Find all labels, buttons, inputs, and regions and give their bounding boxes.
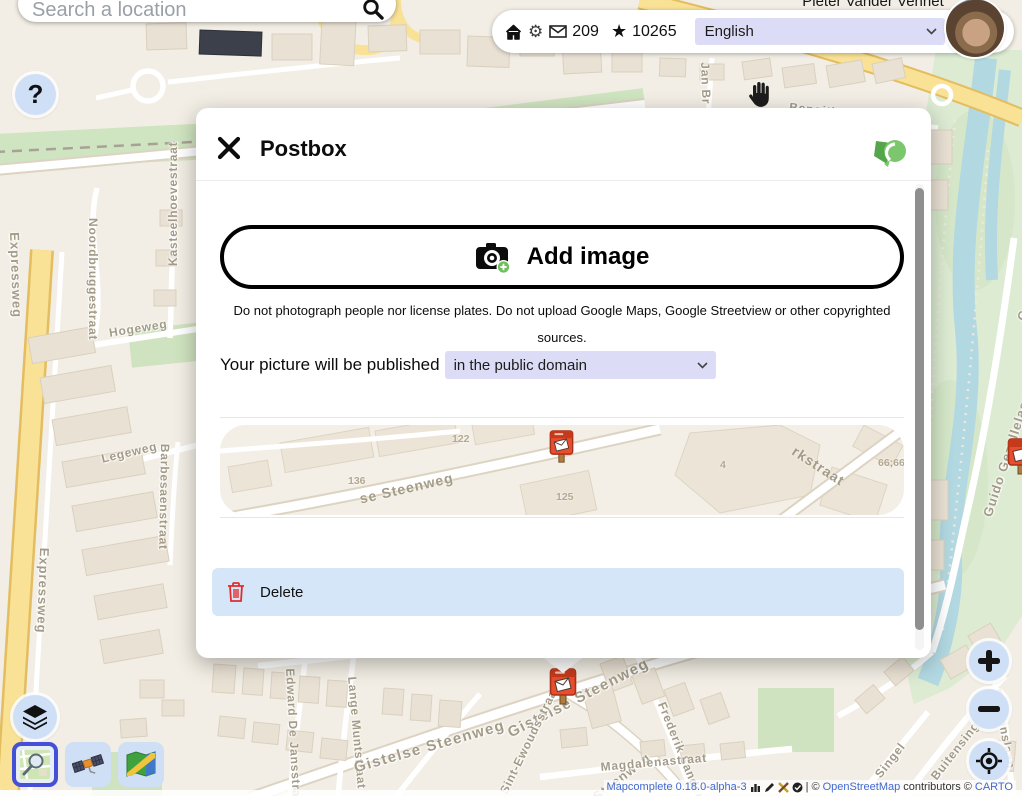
help-button[interactable]: ? xyxy=(15,74,56,115)
plus-icon xyxy=(978,658,1000,664)
style-button-osm[interactable] xyxy=(12,742,58,787)
postbox-marker-edge[interactable] xyxy=(1007,437,1022,477)
zoom-in-button[interactable] xyxy=(969,641,1009,681)
background-style-switcher xyxy=(12,742,164,787)
attribution-bar: Mapcomplete 0.18.0-alpha-3 | © OpenStree… xyxy=(604,780,1016,794)
attribution-pencil-icon xyxy=(764,782,775,793)
image-upload-notice: Do not photograph people nor license pla… xyxy=(232,297,892,351)
trash-icon xyxy=(226,581,246,603)
attribution-separator: | © xyxy=(806,781,820,793)
style-button-satellite[interactable] xyxy=(65,742,111,787)
attribution-contributors: contributors © xyxy=(903,781,972,793)
language-select[interactable]: English xyxy=(695,18,945,45)
mapcomplete-logo-icon xyxy=(871,134,907,170)
home-icon[interactable] xyxy=(505,24,522,40)
user-panel: ⚙ 209 ★ 10265 English xyxy=(492,10,1014,53)
divider xyxy=(220,517,904,518)
attribution-circle-icon xyxy=(792,782,803,793)
zoom-out-button[interactable] xyxy=(969,689,1009,729)
mapcomplete-version-link[interactable]: Mapcomplete 0.18.0-alpha-3 xyxy=(607,781,747,793)
messages-count: 209 xyxy=(572,23,599,41)
minimap-postbox-marker[interactable] xyxy=(549,429,574,465)
layers-icon xyxy=(22,704,48,730)
geolocate-button[interactable] xyxy=(969,741,1009,781)
license-select[interactable]: in the public domain xyxy=(445,351,716,379)
divider xyxy=(220,417,904,418)
popup-scrollbar-thumb[interactable] xyxy=(915,188,924,630)
attribution-stats-icon xyxy=(750,782,761,793)
delete-button[interactable]: Delete xyxy=(212,568,904,616)
popup-header: Postbox xyxy=(196,108,931,181)
crosshair-icon xyxy=(975,747,1003,775)
license-row: Your picture will be published in the pu… xyxy=(220,350,716,380)
popup-title: Postbox xyxy=(260,136,347,162)
minus-icon xyxy=(978,706,1000,712)
user-avatar[interactable] xyxy=(946,0,1004,57)
search-input[interactable] xyxy=(18,0,362,22)
star-icon[interactable]: ★ xyxy=(611,21,627,42)
add-image-button[interactable]: Add image xyxy=(220,225,904,289)
carto-link[interactable]: CARTO xyxy=(975,781,1013,793)
folded-map-icon xyxy=(125,749,157,780)
search-icon[interactable] xyxy=(362,0,384,20)
postbox-popup: Postbox xyxy=(196,108,931,658)
osm-link[interactable]: OpenStreetMap xyxy=(823,781,901,793)
camera-plus-icon xyxy=(475,240,511,274)
attribution-x-icon xyxy=(778,782,789,793)
osm-map-icon xyxy=(19,749,51,780)
style-button-carto-map[interactable] xyxy=(118,742,164,787)
layers-button[interactable] xyxy=(13,695,57,739)
close-icon[interactable] xyxy=(216,135,242,161)
delete-label: Delete xyxy=(260,584,303,601)
license-prefix-label: Your picture will be published xyxy=(220,355,440,375)
stars-count: 10265 xyxy=(632,23,677,41)
messages-icon[interactable] xyxy=(549,25,567,38)
settings-gear-icon[interactable]: ⚙ xyxy=(528,22,543,42)
search-bar xyxy=(18,0,396,22)
mapcomplete-app: Dirk Martensstraat Noordbruggestraat Kas… xyxy=(0,0,1022,796)
postbox-marker[interactable] xyxy=(549,667,577,707)
feature-minimap[interactable]: 122 136 125 4 66;66 se Steenweg rkstraat xyxy=(220,425,904,515)
satellite-icon xyxy=(72,749,104,780)
popup-tail xyxy=(541,656,585,673)
username-label: Pieter Vander Vennet xyxy=(793,0,953,10)
add-image-label: Add image xyxy=(527,243,650,271)
